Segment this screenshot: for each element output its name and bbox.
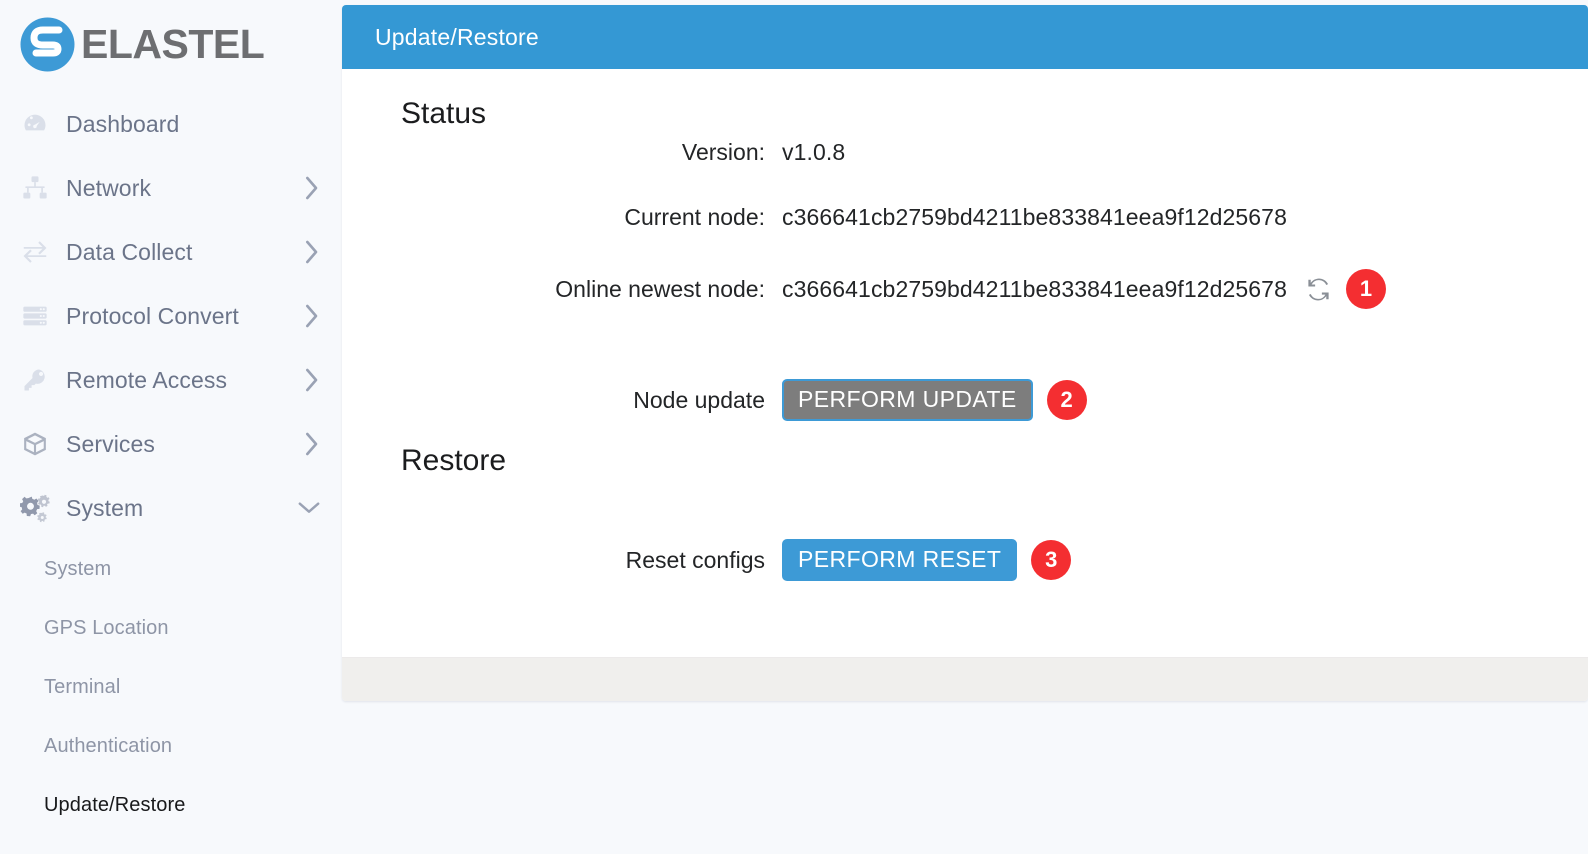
section-title-restore: Restore xyxy=(401,444,507,477)
refresh-sync-icon[interactable] xyxy=(1305,276,1332,303)
card-body: Status Version: v1.0.8 Current node: c36… xyxy=(342,69,1588,657)
chevron-right-icon xyxy=(304,240,320,264)
sidebar-item-label: Protocol Convert xyxy=(66,302,239,329)
sidebar-subitem-label: Terminal xyxy=(44,676,121,698)
sidebar-subitem-authentication[interactable]: Authentication xyxy=(0,717,342,776)
sidebar-subitem-label: GPS Location xyxy=(44,617,169,639)
dashboard-icon xyxy=(18,110,52,138)
system-gear-icon xyxy=(18,493,52,523)
chevron-right-icon xyxy=(304,304,320,328)
current-node-label: Current node: xyxy=(624,204,765,230)
brand-name: ELASTEL xyxy=(81,20,265,67)
elastel-logo-icon xyxy=(18,15,77,74)
annotation-badge-3: 3 xyxy=(1031,540,1072,580)
sidebar-item-network[interactable]: Network xyxy=(0,156,342,220)
annotation-badge-2: 2 xyxy=(1046,380,1087,420)
sidebar-item-dashboard[interactable]: Dashboard xyxy=(0,92,342,156)
network-icon xyxy=(18,174,52,202)
sidebar-item-label: System xyxy=(66,494,144,521)
sidebar-item-system[interactable]: System xyxy=(0,476,342,540)
page-title: Update/Restore xyxy=(375,23,539,50)
app-root: ELASTEL Dashboard Network Data Collect P… xyxy=(0,0,1588,854)
data-collect-icon xyxy=(18,237,52,267)
sidebar-nav: Dashboard Network Data Collect Protocol … xyxy=(0,88,342,835)
chevron-right-icon xyxy=(304,432,320,456)
services-box-icon xyxy=(18,430,52,458)
current-node-value: c366641cb2759bd4211be833841eea9f12d25678 xyxy=(782,204,1287,230)
main-content: Update/Restore Status Version: v1.0.8 Cu… xyxy=(342,0,1588,854)
sidebar-subitem-label: System xyxy=(44,558,112,580)
card-footer xyxy=(342,657,1588,701)
sidebar-subitem-gps-location[interactable]: GPS Location xyxy=(0,599,342,658)
section-title-status: Status xyxy=(401,97,487,130)
sidebar-item-label: Services xyxy=(66,430,155,457)
sidebar-item-label: Remote Access xyxy=(66,366,228,393)
row-node-update: Node update PERFORM UPDATE 2 xyxy=(342,379,1588,421)
annotation-badge-1: 1 xyxy=(1345,269,1386,309)
reset-configs-label: Reset configs xyxy=(625,546,765,573)
brand-logo[interactable]: ELASTEL xyxy=(0,0,342,88)
sidebar-subitem-label: Update/Restore xyxy=(44,794,186,816)
card-header: Update/Restore xyxy=(342,5,1588,69)
perform-reset-button[interactable]: PERFORM RESET xyxy=(782,539,1018,581)
row-current-node: Current node: c366641cb2759bd4211be83384… xyxy=(342,204,1588,231)
remote-access-key-icon xyxy=(18,366,52,394)
protocol-convert-icon xyxy=(18,302,52,330)
version-label: Version: xyxy=(681,139,765,165)
sidebar-subitem-update-restore[interactable]: Update/Restore xyxy=(0,776,342,835)
row-online-newest-node: Online newest node: c366641cb2759bd4211b… xyxy=(342,269,1588,309)
online-node-label: Online newest node: xyxy=(555,275,765,302)
sidebar-item-services[interactable]: Services xyxy=(0,412,342,476)
version-value: v1.0.8 xyxy=(782,139,846,165)
online-node-value: c366641cb2759bd4211be833841eea9f12d25678 xyxy=(782,275,1287,302)
node-update-label: Node update xyxy=(633,386,765,413)
sidebar-subitem-label: Authentication xyxy=(44,735,173,757)
sidebar-subitem-terminal[interactable]: Terminal xyxy=(0,658,342,717)
sidebar-subitem-system[interactable]: System xyxy=(0,540,342,599)
chevron-right-icon xyxy=(304,176,320,200)
row-reset-configs: Reset configs PERFORM RESET 3 xyxy=(342,539,1588,581)
sidebar-item-protocol-convert[interactable]: Protocol Convert xyxy=(0,284,342,348)
update-restore-card: Update/Restore Status Version: v1.0.8 Cu… xyxy=(342,5,1588,701)
chevron-down-icon xyxy=(298,500,320,516)
sidebar: ELASTEL Dashboard Network Data Collect P… xyxy=(0,0,342,854)
chevron-right-icon xyxy=(304,368,320,392)
perform-update-button[interactable]: PERFORM UPDATE xyxy=(782,379,1033,421)
sidebar-item-label: Data Collect xyxy=(66,238,193,265)
sidebar-item-label: Network xyxy=(66,174,152,201)
sidebar-item-remote-access[interactable]: Remote Access xyxy=(0,348,342,412)
sidebar-item-label: Dashboard xyxy=(66,110,180,137)
row-version: Version: v1.0.8 xyxy=(342,139,1588,166)
sidebar-item-data-collect[interactable]: Data Collect xyxy=(0,220,342,284)
